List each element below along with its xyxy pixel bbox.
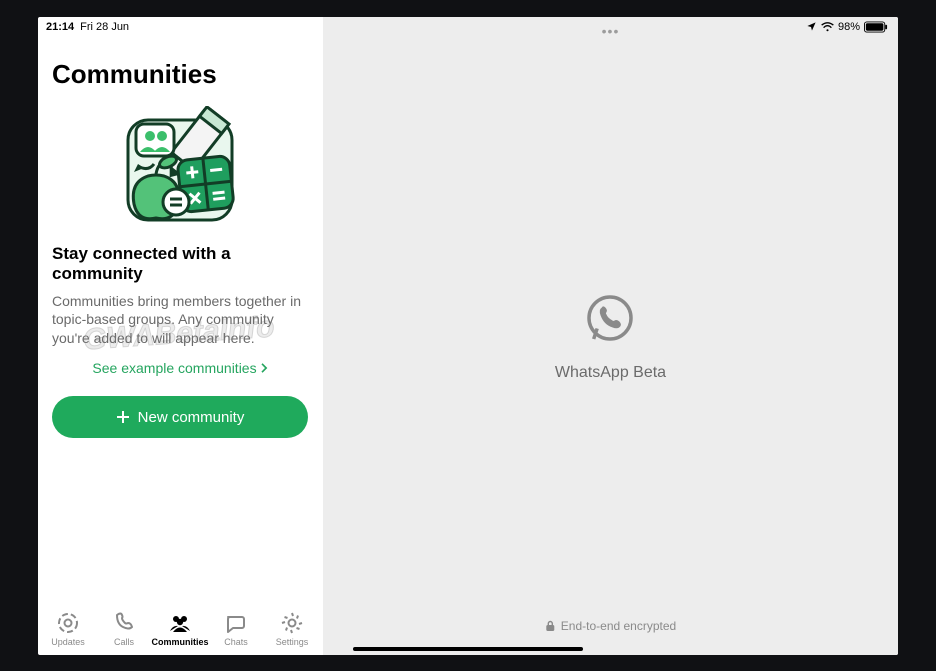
encryption-label: End-to-end encrypted (561, 619, 676, 633)
status-date: Fri 28 Jun (80, 21, 129, 33)
detail-panel: ••• 98% WhatsApp Beta (323, 17, 898, 655)
tab-settings-label: Settings (276, 637, 309, 647)
tab-updates[interactable]: Updates (41, 611, 95, 647)
home-indicator[interactable] (353, 647, 583, 651)
chevron-right-icon (261, 363, 268, 373)
status-time: 21:14 (46, 21, 74, 33)
status-bar-left: 21:14 Fri 28 Jun (38, 17, 322, 33)
calls-icon (112, 611, 136, 635)
tab-bar: Updates Calls Communities (38, 605, 322, 655)
tab-communities-label: Communities (152, 637, 209, 647)
tab-calls[interactable]: Calls (97, 611, 151, 647)
communities-illustration (38, 100, 322, 244)
empty-detail-area: WhatsApp Beta (555, 17, 666, 655)
tab-communities[interactable]: Communities (153, 611, 207, 647)
empty-state-description: Communities bring members together in to… (38, 292, 322, 361)
tab-settings[interactable]: Settings (265, 611, 319, 647)
chats-icon (224, 611, 248, 635)
device-frame: 21:14 Fri 28 Jun Communities (38, 17, 898, 655)
settings-icon (280, 611, 304, 635)
lock-icon (545, 620, 555, 632)
page-title: Communities (38, 33, 322, 100)
updates-icon (56, 611, 80, 635)
see-example-communities-link[interactable]: See example communities (38, 360, 322, 376)
tab-updates-label: Updates (51, 637, 85, 647)
tab-chats[interactable]: Chats (209, 611, 263, 647)
battery-percent: 98% (838, 21, 860, 33)
empty-state-subtitle: Stay connected with a community (38, 244, 322, 292)
tab-calls-label: Calls (114, 637, 134, 647)
app-name-label: WhatsApp Beta (555, 364, 666, 382)
see-example-communities-label: See example communities (92, 360, 256, 376)
communities-icon (168, 611, 192, 635)
location-icon (806, 21, 817, 32)
more-menu-button[interactable]: ••• (602, 23, 620, 39)
wifi-icon (821, 22, 834, 32)
status-bar-right: 98% (806, 21, 888, 33)
encryption-notice: End-to-end encrypted (545, 619, 676, 633)
sidebar-panel: 21:14 Fri 28 Jun Communities (38, 17, 323, 655)
plus-icon (116, 410, 130, 424)
whatsapp-logo-icon (582, 290, 638, 346)
new-community-label: New community (138, 409, 245, 426)
new-community-button[interactable]: New community (52, 396, 308, 438)
battery-icon (864, 21, 888, 33)
tab-chats-label: Chats (224, 637, 248, 647)
